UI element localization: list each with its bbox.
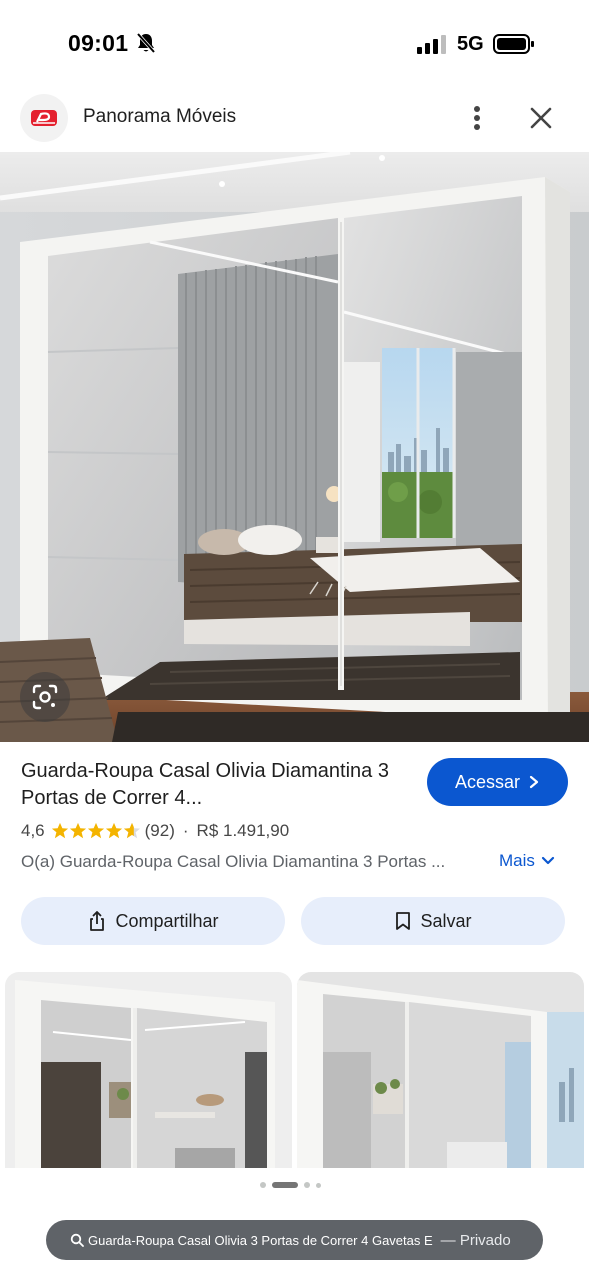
share-button[interactable]: Compartilhar bbox=[21, 897, 285, 945]
price: R$ 1.491,90 bbox=[196, 821, 290, 840]
more-vert-icon[interactable] bbox=[462, 102, 492, 134]
star-icon bbox=[69, 822, 86, 839]
separator: · bbox=[182, 821, 189, 840]
rating-row: 4,6 (92) · R$ 1.491,90 bbox=[21, 820, 289, 842]
search-icon bbox=[70, 1233, 84, 1247]
star-icon bbox=[87, 822, 104, 839]
related-wardrobe-photo bbox=[297, 972, 584, 1168]
chevron-down-icon bbox=[541, 856, 555, 865]
private-label: — Privado bbox=[440, 1231, 511, 1249]
visit-label: Acessar bbox=[454, 771, 521, 792]
status-bar: 09:01 5G bbox=[0, 0, 589, 88]
star-icon bbox=[105, 822, 122, 839]
save-button[interactable]: Salvar bbox=[301, 897, 565, 945]
close-icon[interactable] bbox=[525, 102, 557, 134]
bell-off-icon bbox=[136, 32, 156, 54]
panorama-logo-icon bbox=[31, 110, 57, 126]
product-description: O(a) Guarda-Roupa Casal Olivia Diamantin… bbox=[21, 852, 446, 871]
site-header: Panorama Móveis bbox=[0, 88, 589, 150]
related-image[interactable] bbox=[297, 972, 584, 1168]
search-query: Guarda-Roupa Casal Olivia 3 Portas de Co… bbox=[88, 1232, 433, 1248]
star-icon bbox=[51, 822, 68, 839]
rating-stars bbox=[51, 822, 141, 840]
review-count: (92) bbox=[144, 821, 175, 840]
site-logo[interactable] bbox=[20, 94, 68, 142]
save-label: Salvar bbox=[420, 910, 472, 931]
related-image[interactable] bbox=[5, 972, 292, 1168]
more-link[interactable]: Mais bbox=[499, 851, 555, 871]
related-wardrobe-photo bbox=[5, 972, 292, 1168]
pager-dot[interactable] bbox=[304, 1182, 310, 1188]
signal-icon bbox=[417, 35, 446, 54]
status-time: 09:01 bbox=[68, 30, 129, 56]
chevron-right-icon bbox=[529, 775, 539, 789]
battery-icon bbox=[493, 34, 534, 54]
product-title[interactable]: Guarda-Roupa Casal Olivia Diamantina 3 P… bbox=[21, 758, 401, 812]
product-image[interactable] bbox=[0, 152, 589, 742]
pager-dot[interactable] bbox=[316, 1182, 321, 1188]
visit-button[interactable]: Acessar bbox=[427, 758, 568, 806]
more-label: Mais bbox=[499, 851, 535, 870]
image-pager bbox=[260, 1181, 321, 1189]
lens-icon bbox=[32, 684, 58, 710]
lens-button[interactable] bbox=[20, 672, 70, 722]
wardrobe-photo bbox=[0, 152, 589, 742]
pager-dot-active[interactable] bbox=[272, 1182, 298, 1188]
network-label: 5G bbox=[457, 33, 484, 55]
pager-dot[interactable] bbox=[260, 1182, 266, 1188]
bookmark-icon bbox=[396, 912, 411, 930]
share-icon bbox=[90, 911, 105, 931]
site-name[interactable]: Panorama Móveis bbox=[83, 106, 236, 128]
rating-value: 4,6 bbox=[21, 821, 45, 840]
share-label: Compartilhar bbox=[115, 910, 219, 931]
star-half-icon bbox=[123, 822, 140, 839]
search-pill[interactable]: Guarda-Roupa Casal Olivia 3 Portas de Co… bbox=[46, 1220, 543, 1260]
